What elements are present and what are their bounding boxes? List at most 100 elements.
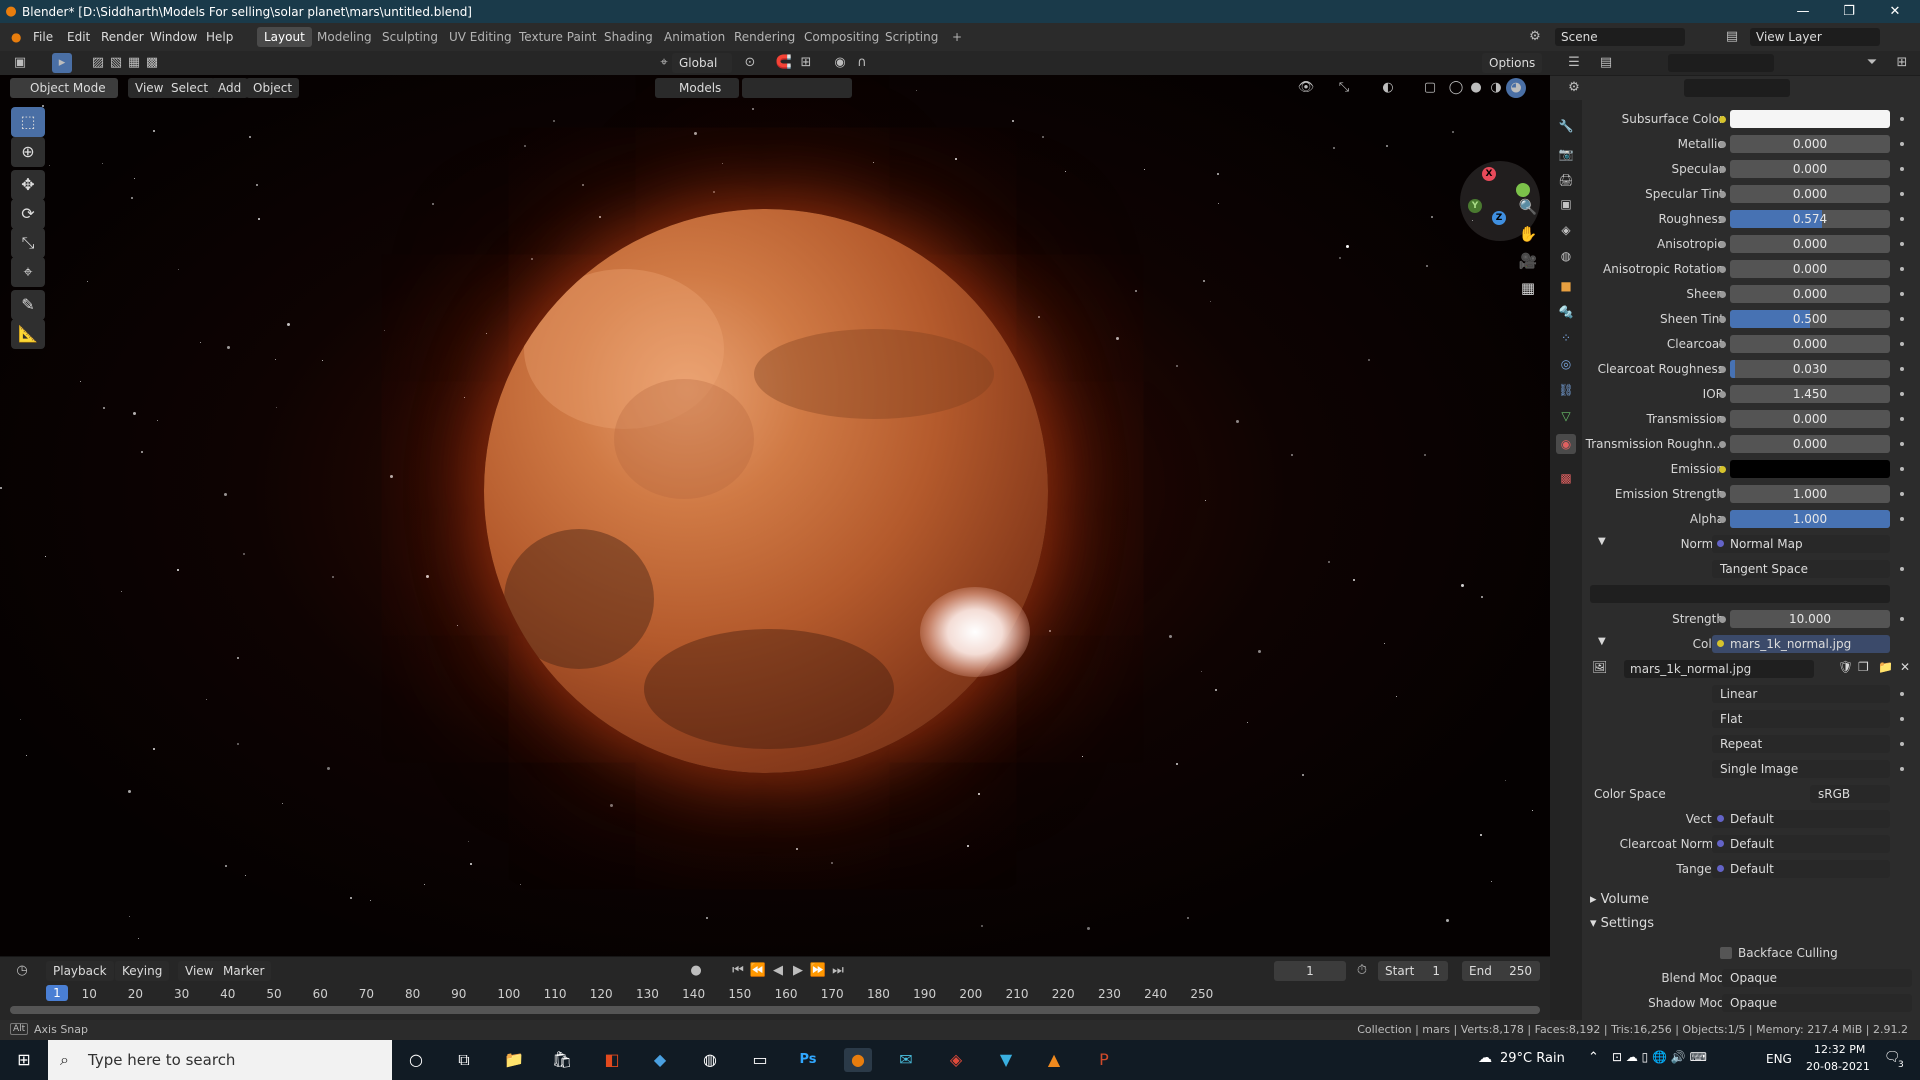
- open-image-icon[interactable]: 📁: [1878, 660, 1893, 674]
- playback-menu[interactable]: Playback: [46, 961, 114, 981]
- file-explorer-icon[interactable]: 📁: [500, 1048, 528, 1072]
- image-name-field[interactable]: mars_1k_normal.jpg: [1624, 660, 1814, 678]
- taskbar-search-input[interactable]: ⌕ Type here to search: [48, 1040, 392, 1080]
- 3d-viewport[interactable]: ⬚ ⊕ ✥ ⟳ ⤡ ⌖ ✎ 📐 X Z Y 🔍 ✋ 🎥 ▦: [0, 51, 1550, 956]
- gizmo-toggle-icon[interactable]: ⤡: [1334, 78, 1354, 98]
- keyframe-dot[interactable]: [1900, 217, 1904, 221]
- keyframe-dot[interactable]: [1900, 317, 1904, 321]
- tab-shading[interactable]: Shading: [597, 27, 660, 47]
- unlink-image-icon[interactable]: ✕: [1900, 660, 1910, 674]
- keyframe-dot[interactable]: [1900, 467, 1904, 471]
- tray-icons[interactable]: ⊡ ☁ ▯ 🌐 🔊 ⌨: [1612, 1050, 1707, 1064]
- strength-field[interactable]: 10.000: [1730, 610, 1890, 628]
- normal-link-field[interactable]: Normal Map: [1712, 535, 1890, 553]
- scene-icon[interactable]: ⚙: [1525, 27, 1545, 47]
- scale-tool[interactable]: ⤡: [11, 228, 45, 258]
- property-slider[interactable]: 1.000: [1730, 485, 1890, 503]
- keyframe-dot[interactable]: [1900, 267, 1904, 271]
- material-shading-icon[interactable]: ◑: [1486, 78, 1506, 98]
- filter-icon[interactable]: ⏷: [1862, 53, 1882, 73]
- visibility-icon[interactable]: 👁: [1296, 78, 1316, 98]
- keyframe-dot[interactable]: [1900, 517, 1904, 521]
- properties-editor-icon[interactable]: ⚙: [1564, 78, 1584, 98]
- app-icon[interactable]: ▭: [746, 1048, 774, 1072]
- render-tab-icon[interactable]: 📷: [1556, 144, 1576, 164]
- teams-icon[interactable]: ◆: [646, 1048, 674, 1072]
- pivot-icon[interactable]: ⊙: [740, 53, 760, 73]
- property-slider[interactable]: 0.000: [1730, 185, 1890, 203]
- property-slider[interactable]: 0.000: [1730, 435, 1890, 453]
- scene-tab-icon[interactable]: ◈: [1556, 220, 1576, 240]
- keyframe-dot[interactable]: [1900, 367, 1904, 371]
- keyframe-dot[interactable]: [1900, 342, 1904, 346]
- editor-type-icon[interactable]: ▣: [10, 53, 30, 73]
- collapse-icon[interactable]: ▼: [1598, 536, 1606, 547]
- current-frame-field[interactable]: 1: [1274, 961, 1346, 981]
- perspective-grid-icon[interactable]: ▦: [1515, 275, 1541, 301]
- property-slider[interactable]: 1.450: [1730, 385, 1890, 403]
- measure-tool[interactable]: 📐: [11, 319, 45, 349]
- blender-taskbar-icon[interactable]: ●: [844, 1048, 872, 1072]
- keyframe-dot[interactable]: [1900, 192, 1904, 196]
- end-frame-field[interactable]: End 250: [1462, 961, 1540, 981]
- powerpoint-icon[interactable]: P: [1090, 1048, 1118, 1072]
- axis-z-icon[interactable]: Z: [1492, 211, 1506, 225]
- store-icon[interactable]: 🛍: [548, 1048, 576, 1072]
- clock-date[interactable]: 20-08-2021: [1806, 1060, 1870, 1073]
- keyframe-dot[interactable]: [1900, 492, 1904, 496]
- display-mode-icon[interactable]: ▤: [1596, 53, 1616, 73]
- timeline-view-menu[interactable]: View: [178, 961, 221, 981]
- scene-selector[interactable]: Scene: [1555, 28, 1685, 46]
- shadow-mode-select[interactable]: Opaque: [1722, 994, 1912, 1012]
- data-tab-icon[interactable]: ▽: [1556, 406, 1576, 426]
- tab-layout[interactable]: Layout: [257, 27, 312, 47]
- transform-orientation-select[interactable]: Global: [672, 53, 732, 73]
- property-slider[interactable]: 0.000: [1730, 260, 1890, 278]
- extension-select[interactable]: Repeat: [1712, 735, 1890, 753]
- minimize-button[interactable]: —: [1780, 0, 1826, 23]
- menu-help[interactable]: Help: [201, 28, 238, 46]
- keyframe-dot[interactable]: [1900, 617, 1904, 621]
- keyframe-dot[interactable]: [1900, 417, 1904, 421]
- current-frame-marker[interactable]: 1: [46, 985, 68, 1001]
- record-icon[interactable]: ●: [686, 961, 706, 981]
- start-frame-field[interactable]: Start 1: [1378, 961, 1448, 981]
- mars-planet[interactable]: [484, 209, 1048, 773]
- collapse-icon[interactable]: ▼: [1598, 636, 1606, 647]
- axis-x-icon[interactable]: X: [1482, 167, 1496, 181]
- property-slider[interactable]: 0.000: [1730, 285, 1890, 303]
- outliner-search-input[interactable]: [1668, 54, 1774, 72]
- annotate-tool[interactable]: ✎: [11, 290, 45, 320]
- select-invert-icon[interactable]: ▩: [142, 53, 162, 73]
- world-tab-icon[interactable]: ◍: [1556, 246, 1576, 266]
- keyframe-dot[interactable]: [1900, 692, 1904, 696]
- tab-rendering[interactable]: Rendering: [727, 27, 802, 47]
- duplicate-image-icon[interactable]: ❐: [1858, 660, 1869, 674]
- snap-icon[interactable]: 🧲: [774, 53, 794, 73]
- tab-texture-paint[interactable]: Texture Paint: [512, 27, 603, 47]
- property-slider[interactable]: 0.030: [1730, 360, 1890, 378]
- object-tab-icon[interactable]: ■: [1556, 276, 1576, 296]
- blend-mode-select[interactable]: Opaque: [1722, 969, 1912, 987]
- source-select[interactable]: Single Image: [1712, 760, 1890, 778]
- color-space-select[interactable]: sRGB: [1810, 785, 1890, 803]
- timeline-scroll-thumb[interactable]: [10, 1006, 1540, 1014]
- new-collection-icon[interactable]: ⊞: [1892, 53, 1912, 73]
- mail-icon[interactable]: ✉: [892, 1048, 920, 1072]
- property-slider[interactable]: 0.000: [1730, 160, 1890, 178]
- select-subtract-icon[interactable]: ▦: [124, 53, 144, 73]
- transform-orientation-icon[interactable]: ⌖: [654, 53, 674, 73]
- cursor-tool[interactable]: ⊕: [11, 137, 45, 167]
- tab-animation[interactable]: Animation: [657, 27, 732, 47]
- keyframe-dot[interactable]: [1900, 567, 1904, 571]
- vscode-icon[interactable]: ▼: [992, 1048, 1020, 1072]
- keyframe-dot[interactable]: [1900, 292, 1904, 296]
- tray-chevron-icon[interactable]: ⌃: [1588, 1050, 1599, 1065]
- keyframe-dot[interactable]: [1900, 242, 1904, 246]
- keyframe-dot[interactable]: [1900, 117, 1904, 121]
- add-menu[interactable]: Add: [211, 78, 249, 98]
- collection-select[interactable]: Models: [655, 78, 739, 98]
- normal-space-select[interactable]: Tangent Space: [1712, 560, 1890, 578]
- projection-select[interactable]: Flat: [1712, 710, 1890, 728]
- language-indicator[interactable]: ENG: [1766, 1052, 1792, 1066]
